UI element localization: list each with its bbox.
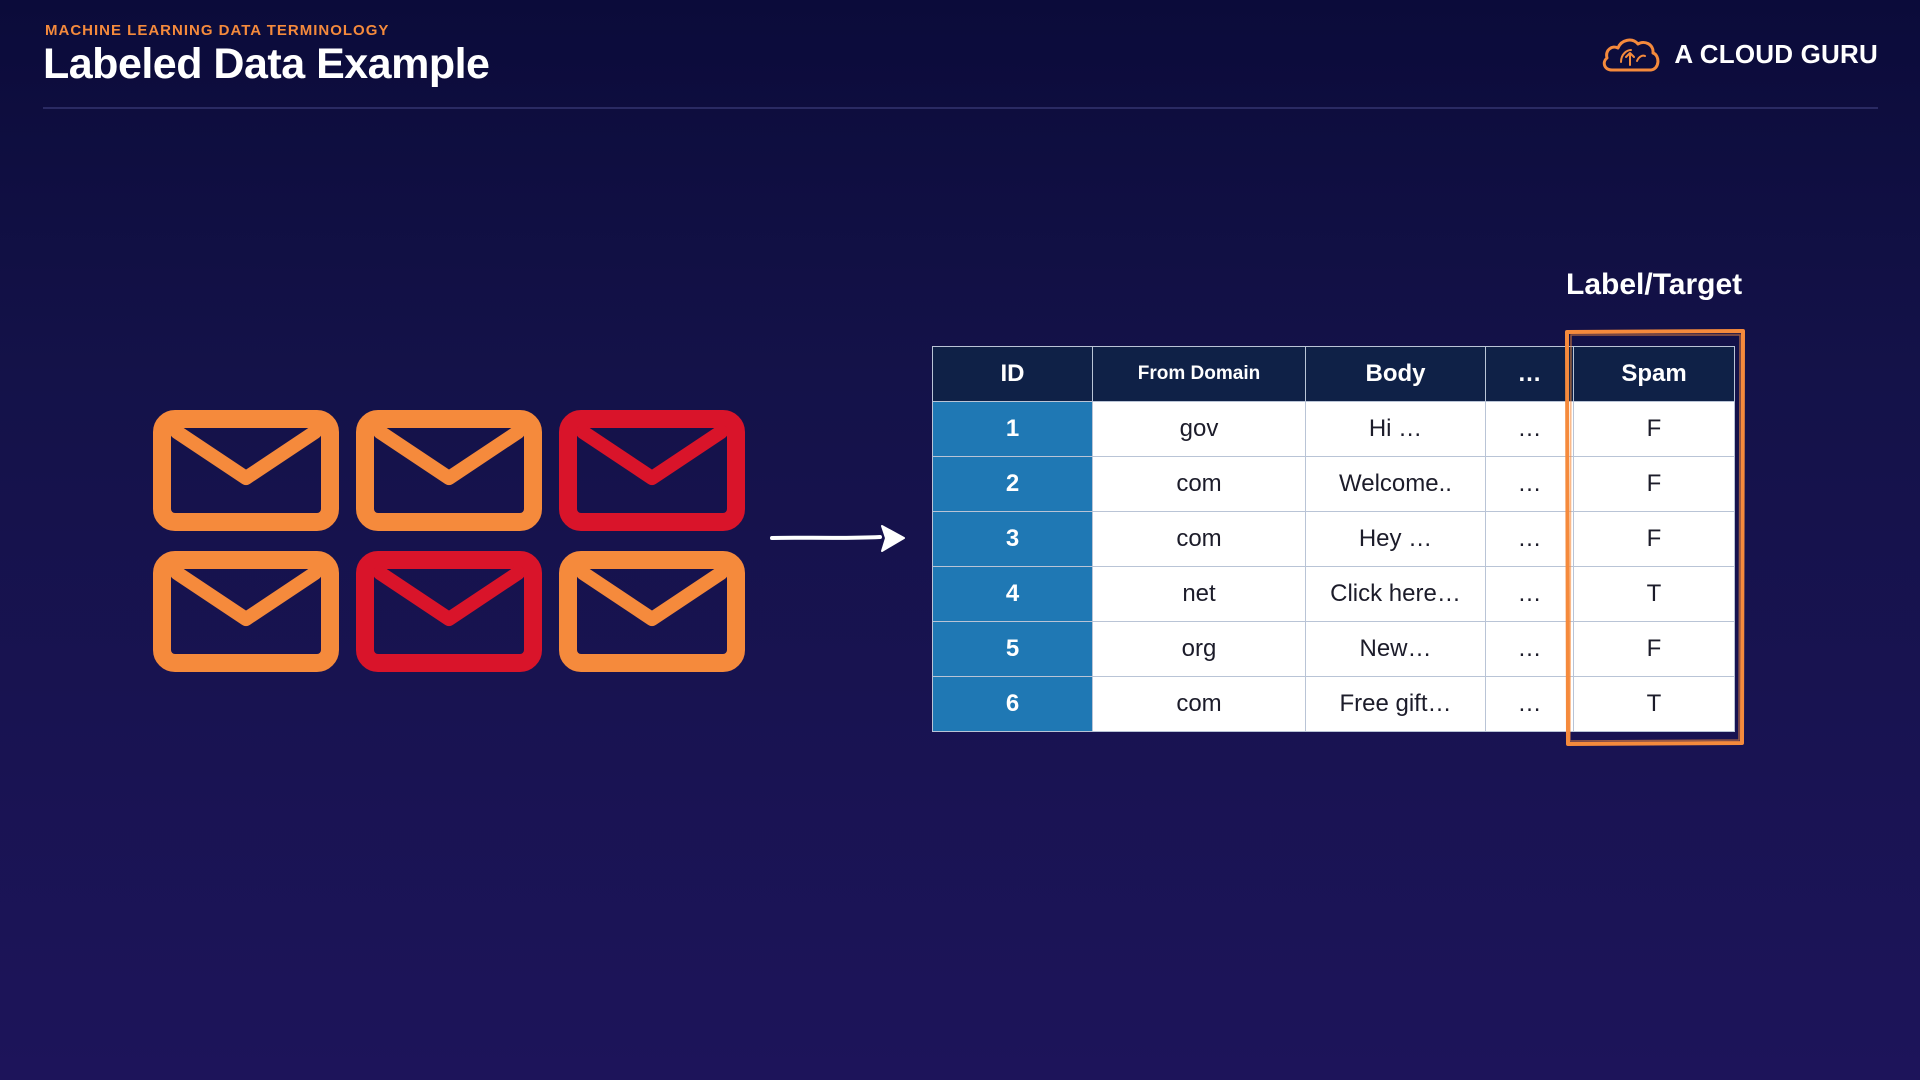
label-target-caption: Label/Target [1566,268,1743,301]
table-row: 4 net Click here… … T [932,566,1735,622]
ellipsis-cell: … [1485,621,1574,677]
ellipsis-cell: … [1485,456,1574,512]
id-cell: 3 [932,511,1093,567]
spam-label-cell: F [1573,456,1735,512]
column-header-body: Body [1305,346,1486,402]
body-cell: New… [1305,621,1486,677]
from-domain-cell: gov [1092,401,1306,457]
from-domain-cell: net [1092,566,1306,622]
labeled-data-table: ID From Domain Body … Spam 1 gov Hi … … … [932,346,1735,732]
column-header-from-domain: From Domain [1092,346,1306,402]
ellipsis-cell: … [1485,401,1574,457]
body-cell: Hi … [1305,401,1486,457]
spam-label-cell: F [1573,511,1735,567]
table-row: 5 org New… … F [932,621,1735,677]
arrow-right-icon [770,525,905,552]
column-header-ellipsis: … [1485,346,1574,402]
id-cell: 5 [932,621,1093,677]
spam-label-cell: F [1573,401,1735,457]
column-header-spam: Spam [1573,346,1735,402]
id-cell: 6 [932,676,1093,732]
envelope-icon [356,551,542,672]
cloud-logo-icon [1603,38,1660,72]
envelope-icon [559,410,745,531]
ellipsis-cell: … [1485,511,1574,567]
from-domain-cell: com [1092,511,1306,567]
id-cell: 1 [932,401,1093,457]
from-domain-cell: com [1092,456,1306,512]
from-domain-cell: org [1092,621,1306,677]
brand-name: A CLOUD GURU [1674,38,1878,69]
section-eyebrow: MACHINE LEARNING DATA TERMINOLOGY [45,22,390,39]
from-domain-cell: com [1092,676,1306,732]
table-row: 1 gov Hi … … F [932,401,1735,457]
table-header-row: ID From Domain Body … Spam [932,346,1735,402]
envelope-icon [559,551,745,672]
header-divider [43,107,1878,109]
body-cell: Welcome.. [1305,456,1486,512]
envelope-icon [153,551,339,672]
envelope-icon [356,410,542,531]
id-cell: 2 [932,456,1093,512]
body-cell: Click here… [1305,566,1486,622]
spam-label-cell: T [1573,566,1735,622]
body-cell: Hey … [1305,511,1486,567]
email-envelope-grid [153,410,747,672]
table-row: 6 com Free gift… … T [932,676,1735,732]
spam-label-cell: T [1573,676,1735,732]
spam-label-cell: F [1573,621,1735,677]
body-cell: Free gift… [1305,676,1486,732]
id-cell: 4 [932,566,1093,622]
page-title: Labeled Data Example [43,40,490,88]
brand-logo: A CLOUD GURU [1600,34,1878,74]
ellipsis-cell: … [1485,566,1574,622]
table-row: 3 com Hey … … F [932,511,1735,567]
ellipsis-cell: … [1485,676,1574,732]
envelope-icon [153,410,339,531]
column-header-id: ID [932,346,1093,402]
table-row: 2 com Welcome.. … F [932,456,1735,512]
